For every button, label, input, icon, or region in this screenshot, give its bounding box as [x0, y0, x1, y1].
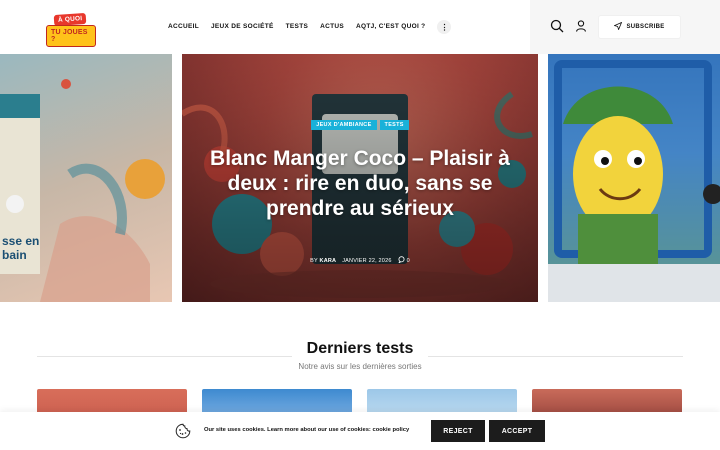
slide-previous-text-2: bain	[2, 248, 27, 262]
carousel-slide-next[interactable]	[548, 54, 720, 302]
send-icon	[613, 21, 623, 32]
byline-prefix: BY	[310, 257, 318, 264]
slide-tags: JEUX D'AMBIANCE TESTS	[182, 120, 538, 130]
subscribe-button[interactable]: SUBSCRIBE	[599, 16, 680, 38]
nav-item-actus[interactable]: ACTUS	[320, 19, 344, 35]
author-link[interactable]: KARA	[320, 258, 337, 264]
user-icon[interactable]	[574, 19, 588, 33]
logo-line-2: TU JOUES ?	[46, 25, 96, 47]
cookie-icon	[175, 423, 191, 439]
site-logo[interactable]: À QUOI TU JOUES ?	[46, 12, 96, 47]
tag-jeux-d-ambiance[interactable]: JEUX D'AMBIANCE	[311, 120, 377, 130]
main-nav: ACCUEIL JEUX DE SOCIÉTÉ TESTS ACTUS AQTJ…	[168, 19, 452, 35]
section-title: Derniers tests	[306, 340, 414, 357]
nav-item-accueil[interactable]: ACCUEIL	[168, 19, 199, 35]
slide-title[interactable]: Blanc Manger Coco – Plaisir à deux : rir…	[202, 146, 518, 221]
cookie-policy-link[interactable]: cookie policy	[373, 427, 410, 433]
reject-button[interactable]: REJECT	[431, 420, 485, 442]
slide-previous-artwork	[0, 79, 165, 302]
slide-meta: BY KARA JANVIER 22, 2026 0	[182, 256, 538, 265]
cookie-banner: Our site uses cookies. Learn more about …	[0, 412, 720, 450]
site-header: À QUOI TU JOUES ? ACCUEIL JEUX DE SOCIÉT…	[0, 0, 720, 54]
nav-item-tests[interactable]: TESTS	[286, 19, 308, 35]
carousel-slide-previous[interactable]: sse en bain	[0, 54, 172, 302]
tag-tests[interactable]: TESTS	[379, 120, 409, 130]
more-menu-button[interactable]: ⋮	[437, 20, 452, 34]
comment-count[interactable]: 0	[407, 258, 410, 264]
cookie-text: Our site uses cookies. Learn more about …	[204, 427, 371, 433]
slide-next-artwork	[548, 54, 720, 302]
section-subtitle: Notre avis sur les dernières sorties	[298, 362, 422, 371]
cookie-message: Our site uses cookies. Learn more about …	[204, 427, 409, 433]
post-date: JANVIER 22, 2026	[342, 257, 392, 264]
latest-tests-header: Derniers tests	[37, 338, 683, 362]
nav-item-jeux-de-societe[interactable]: JEUX DE SOCIÉTÉ	[211, 19, 274, 35]
subscribe-label: SUBSCRIBE	[626, 24, 665, 30]
carousel-slide-current[interactable]: JEUX D'AMBIANCE TESTS Blanc Manger Coco …	[182, 54, 538, 302]
search-icon[interactable]	[550, 19, 564, 33]
slide-previous-text-1: sse en	[2, 234, 40, 248]
featured-carousel: sse en bain JEUX D'AMBIANCE TESTS Blanc …	[0, 54, 720, 302]
accept-button[interactable]: ACCEPT	[489, 420, 545, 442]
comment-icon	[397, 256, 405, 265]
nav-item-aqtj[interactable]: AQTJ, C'EST QUOI ?	[356, 19, 425, 35]
